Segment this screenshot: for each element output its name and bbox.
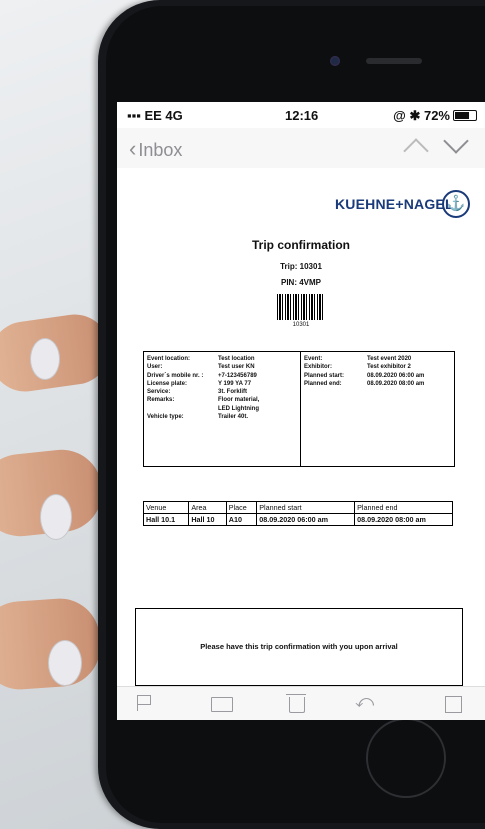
- back-to-inbox-button[interactable]: ‹ Inbox: [129, 136, 182, 162]
- info-row: Vehicle type: Trailer 40t.: [147, 414, 249, 421]
- info-row: Event location: Test location: [147, 356, 255, 362]
- info-row: Planned end: 08.09.2020 08:00 am: [304, 380, 425, 387]
- column-header: Planned end: [354, 501, 453, 514]
- chevron-left-icon: ‹: [129, 136, 137, 161]
- battery-percent: 72%: [423, 108, 450, 123]
- info-divider: [300, 352, 301, 466]
- barcode: [277, 294, 325, 320]
- mail-toolbar: ⤺: [117, 686, 485, 720]
- fingernail: [48, 640, 82, 686]
- anchor-logo-icon: ⚓: [442, 190, 470, 218]
- info-row: Exhibitor: Test exhibitor 2: [304, 364, 411, 371]
- flag-icon[interactable]: [137, 695, 156, 711]
- info-row: Event: Test event 2020: [304, 356, 412, 362]
- table-header-row: Venue Area Place Planned start Planned e…: [142, 501, 453, 514]
- fingernail: [40, 494, 72, 540]
- front-camera: [330, 56, 340, 66]
- info-right-column: Event: Test event 2020 Exhibitor: Test exh…: [304, 355, 454, 388]
- clock: 12:16: [285, 108, 319, 123]
- venue-table: Venue Area Place Planned start Planned e…: [142, 501, 453, 526]
- info-row: Service: 3t. Forklift: [147, 389, 248, 396]
- table-cell: Hall 10: [188, 513, 227, 526]
- table-cell: 08.09.2020 08:00 am: [354, 513, 453, 526]
- table-row: Hall 10.1 Hall 10 A10 08.09.2020 06:00 a…: [142, 513, 453, 526]
- info-row: Remarks: Floor material,: [147, 397, 260, 404]
- status-right: @ ✱ 72%: [393, 108, 477, 124]
- table-cell: A10: [225, 513, 258, 526]
- document-title: Trip confirmation: [251, 238, 350, 252]
- trash-icon[interactable]: [286, 694, 306, 713]
- column-header: Area: [188, 501, 227, 514]
- trip-number: Trip: 10301: [280, 262, 322, 271]
- barcode-number: 10301: [292, 322, 310, 328]
- trip-confirmation-document: KUEHNE+NAGEL ⚓ Trip confirmation Trip: 1…: [117, 168, 485, 686]
- table-cell: Hall 10.1: [142, 513, 190, 526]
- pin-code: PIN: 4VMP: [280, 278, 321, 287]
- folder-icon[interactable]: [211, 697, 233, 712]
- previous-message-icon[interactable]: [403, 138, 429, 164]
- home-button[interactable]: [366, 718, 446, 798]
- status-bar: ▪▪▪ EE 4G 12:16 @ ✱ 72%: [117, 102, 485, 128]
- carrier-signal: ▪▪▪ EE 4G: [127, 108, 183, 123]
- info-row: License plate: Y 199 YA 77: [147, 380, 252, 387]
- arrival-note: Please have this trip confirmation with …: [135, 608, 463, 686]
- info-row: Driver`s mobile nr. : +7-123456789: [147, 372, 257, 379]
- fingernail: [30, 338, 60, 380]
- brand-logo: KUEHNE+NAGEL: [335, 196, 454, 212]
- earpiece: [366, 58, 422, 64]
- battery-icon: [453, 110, 477, 121]
- compose-icon[interactable]: [445, 696, 462, 713]
- column-header: Place: [225, 501, 258, 514]
- info-left-column: Event location: Test location User: Test u…: [147, 355, 297, 421]
- back-label: Inbox: [138, 140, 183, 160]
- column-header: Planned start: [256, 501, 356, 514]
- column-header: Venue: [142, 501, 190, 514]
- phone-screen: ▪▪▪ EE 4G 12:16 @ ✱ 72% ‹ Inbox KUEHNE+NA…: [117, 102, 485, 720]
- reply-icon[interactable]: ⤺: [355, 691, 379, 711]
- info-row: LED Lightning: [218, 405, 259, 412]
- mail-nav-bar: ‹ Inbox: [117, 128, 485, 168]
- next-message-icon[interactable]: [443, 128, 469, 154]
- info-row: Planned start: 08.09.2020 06:00 am: [304, 372, 425, 379]
- table-cell: 08.09.2020 06:00 am: [256, 513, 356, 526]
- trip-info-box: Event location: Test location User: Test u…: [143, 351, 455, 467]
- info-row: User: Test user KN: [147, 364, 255, 371]
